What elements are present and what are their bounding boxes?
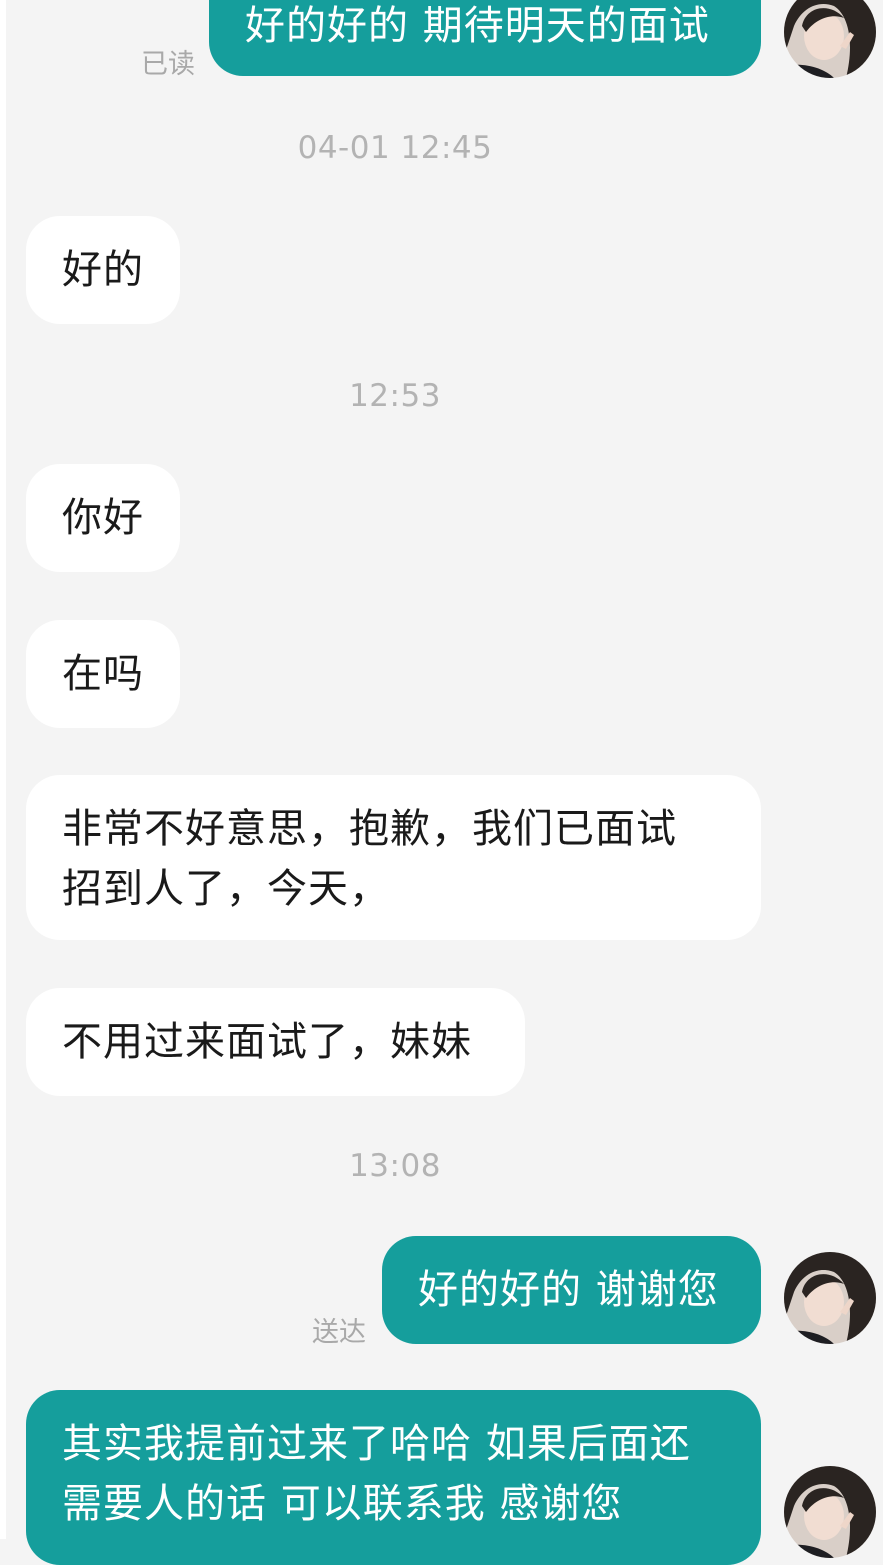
message-text: 不用过来面试了，妹妹 <box>62 1019 472 1065</box>
message-text-line: 其实我提前过来了哈哈 如果后面还 <box>62 1421 691 1467</box>
read-status: 已读 <box>141 49 195 80</box>
outgoing-message-bubble[interactable]: 好的好的 期待明天的面试 <box>209 0 761 76</box>
message-text: 好的 <box>62 247 144 293</box>
outgoing-message-bubble[interactable]: 好的好的 谢谢您 <box>382 1236 761 1344</box>
message-text-line: 需要人的话 可以联系我 感谢您 <box>62 1481 623 1527</box>
avatar[interactable] <box>784 0 876 78</box>
message-text-line: 非常不好意思，抱歉，我们已面试 <box>62 806 677 852</box>
timestamp: 13:08 <box>349 1148 441 1184</box>
incoming-message-bubble[interactable]: 好的 <box>26 216 180 324</box>
message-text-line: 招到人了，今天， <box>62 866 390 912</box>
avatar[interactable] <box>784 1252 876 1344</box>
message-text: 好的好的 谢谢您 <box>418 1267 719 1313</box>
timestamp: 12:53 <box>349 378 441 414</box>
screen-edge <box>0 0 6 1539</box>
message-text: 好的好的 期待明天的面试 <box>245 3 710 49</box>
user-photo-avatar-icon <box>784 1466 876 1558</box>
message-text: 你好 <box>62 495 144 541</box>
message-text: 在吗 <box>62 651 144 697</box>
avatar[interactable] <box>784 1466 876 1558</box>
user-photo-avatar-icon <box>784 1252 876 1344</box>
delivered-status: 送达 <box>312 1317 366 1348</box>
incoming-message-bubble[interactable]: 在吗 <box>26 620 180 728</box>
incoming-message-bubble[interactable]: 你好 <box>26 464 180 572</box>
incoming-message-bubble[interactable]: 非常不好意思，抱歉，我们已面试 招到人了，今天， <box>26 775 761 940</box>
incoming-message-bubble[interactable]: 不用过来面试了，妹妹 <box>26 988 525 1096</box>
user-photo-avatar-icon <box>784 0 876 78</box>
timestamp: 04-01 12:45 <box>297 130 493 166</box>
